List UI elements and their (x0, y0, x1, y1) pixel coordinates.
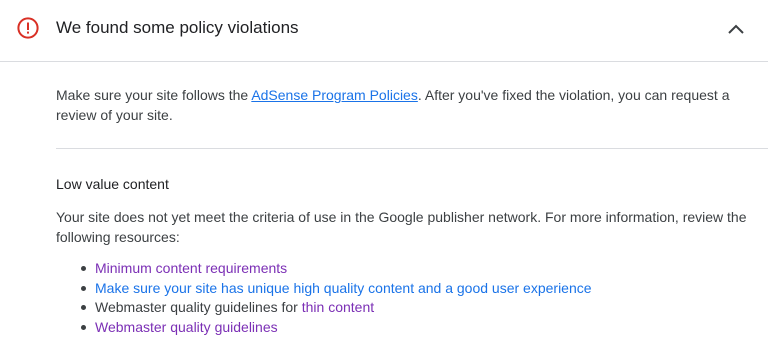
panel-header[interactable]: We found some policy violations (0, 0, 768, 62)
list-item: Minimum content requirements (56, 259, 592, 279)
alert-icon (17, 17, 39, 39)
list-item: Make sure your site has unique high qual… (56, 279, 592, 299)
policy-violation-panel: We found some policy violations Make sur… (0, 0, 768, 353)
minimum-content-requirements-link[interactable]: Minimum content requirements (95, 260, 287, 276)
intro-text-before: Make sure your site follows the (56, 87, 252, 103)
bullet (81, 324, 86, 330)
unique-content-link[interactable]: Make sure your site has unique high qual… (95, 280, 592, 296)
bullet (81, 305, 86, 310)
list-item: Webmaster quality guidelines for thin co… (56, 298, 592, 318)
thin-content-link[interactable]: thin content (302, 299, 374, 315)
bullet (81, 266, 86, 271)
violation-title: Low value content (56, 176, 169, 192)
webmaster-guidelines-link[interactable]: Webmaster quality guidelines (95, 319, 278, 335)
panel-title: We found some policy violations (56, 18, 299, 37)
resource-list: Minimum content requirements Make sure y… (56, 259, 592, 337)
intro-text: Make sure your site follows the AdSense … (56, 85, 756, 125)
bullet (81, 285, 86, 291)
thin-content-prefix: Webmaster quality guidelines for (95, 299, 302, 315)
section-divider (56, 148, 768, 149)
list-item: Webmaster quality guidelines (56, 318, 592, 338)
chevron-up-icon[interactable] (722, 15, 750, 43)
adsense-policies-link[interactable]: AdSense Program Policies (251, 87, 418, 103)
violation-description: Your site does not yet meet the criteria… (56, 209, 747, 245)
